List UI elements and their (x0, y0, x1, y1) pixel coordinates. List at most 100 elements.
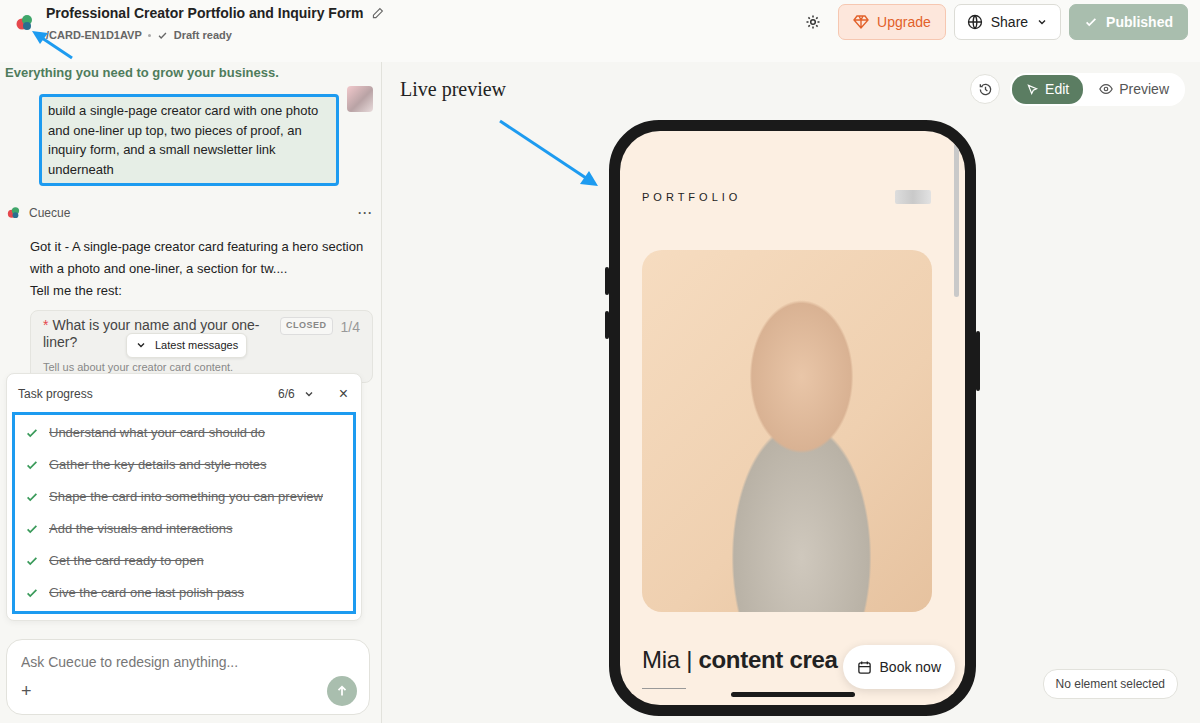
arrow-up-icon (335, 684, 349, 698)
upgrade-button[interactable]: Upgrade (838, 4, 946, 40)
close-button[interactable]: × (339, 382, 348, 406)
cursor-icon (1026, 83, 1039, 96)
task-header: Task progress 6/6 × (12, 382, 356, 412)
check-icon (25, 554, 39, 568)
message-menu[interactable]: ··· (358, 204, 373, 222)
subtitle-row: /CARD-EN1D1AVP Draft ready (46, 28, 384, 42)
mode-tab[interactable]: Preview (1085, 75, 1183, 104)
published-button[interactable]: Published (1069, 4, 1188, 40)
book-now-button[interactable]: Book now (843, 645, 955, 689)
top-bar: Professional Creator Portfolio and Inqui… (0, 0, 1200, 62)
check-icon (1084, 15, 1098, 29)
required-mark: * (43, 317, 48, 333)
preview-header: Live preview Edit Preview (400, 72, 1185, 106)
chat-panel: Everything you need to grow your busines… (0, 62, 382, 723)
task-label: Get the card ready to open (49, 551, 204, 571)
composer: + (6, 639, 370, 715)
task-count: 6/6 (278, 385, 295, 403)
task-title: Task progress (18, 385, 270, 403)
assistant-name: Cuecue (29, 204, 70, 222)
preview-panel: Live preview Edit Preview PORTFOLIO Mia | co… (382, 62, 1200, 723)
history-icon (978, 82, 993, 97)
task-label: Give the card one last polish pass (49, 583, 244, 603)
card-eyebrow: PORTFOLIO (642, 189, 741, 206)
scrollbar (954, 137, 959, 297)
divider (642, 688, 686, 689)
user-message: build a single-page creator card with on… (39, 94, 339, 186)
creator-name: Mia | (642, 646, 692, 673)
task-item: Gather the key details and style notes (15, 449, 353, 481)
draft-status: Draft ready (174, 28, 232, 42)
tagline: Everything you need to grow your busines… (0, 62, 381, 82)
send-button[interactable] (327, 676, 357, 706)
blurred-element (895, 190, 931, 204)
check-icon (25, 522, 39, 536)
title-row: Professional Creator Portfolio and Inqui… (46, 4, 384, 22)
chevron-down-icon (1036, 16, 1048, 28)
question-status: CLOSED (280, 317, 333, 335)
task-label: Gather the key details and style notes (49, 455, 267, 475)
book-label: Book now (880, 657, 941, 678)
history-button[interactable] (970, 74, 1000, 104)
upgrade-label: Upgrade (877, 12, 931, 33)
cuecue-logo-icon (6, 205, 22, 221)
share-button[interactable]: Share (954, 4, 1061, 40)
calendar-icon (857, 660, 872, 675)
task-item: Add the visuals and interactions (15, 513, 353, 545)
globe-icon (967, 14, 983, 30)
separator-dot (148, 34, 151, 37)
task-item: Shape the card into something you can pr… (15, 481, 353, 513)
hero-photo (642, 250, 932, 612)
card-header: PORTFOLIO (642, 189, 943, 206)
task-item: Give the card one last polish pass (15, 577, 353, 609)
check-icon (25, 586, 39, 600)
preview-title: Live preview (400, 74, 506, 104)
share-label: Share (991, 12, 1028, 33)
card-slug: /CARD-EN1D1AVP (46, 28, 142, 42)
task-item: Get the card ready to open (15, 545, 353, 577)
top-actions: Upgrade Share Published (796, 4, 1188, 40)
annotation-arrows-icon (0, 0, 1200, 723)
eye-icon (1099, 82, 1113, 96)
task-progress-panel: Task progress 6/6 × Understand what your ca… (6, 373, 362, 621)
task-item: Understand what your card should do (15, 417, 353, 449)
workspace: Everything you need to grow your busines… (0, 62, 1200, 723)
assistant-message: Got it - A single-page creator card feat… (30, 236, 373, 302)
preview-stage: PORTFOLIO Mia | content crea Book now (400, 106, 1185, 723)
chevron-down-icon (135, 339, 147, 351)
check-icon (25, 458, 39, 472)
creator-role: content crea (698, 646, 837, 673)
user-message-row: build a single-page creator card with on… (30, 94, 373, 186)
assistant-line: Tell me the rest: (30, 280, 373, 302)
check-icon (25, 490, 39, 504)
chat-thread: build a single-page creator card with on… (0, 82, 381, 639)
mode-toggle: Edit Preview (1010, 73, 1185, 106)
settings-gear-icon[interactable] (796, 5, 830, 39)
assistant-line: Got it - A single-page creator card feat… (30, 236, 373, 280)
pencil-icon[interactable] (371, 7, 384, 20)
check-icon (157, 30, 168, 41)
task-label: Add the visuals and interactions (49, 519, 233, 539)
composer-actions: + (21, 676, 357, 706)
user-avatar (347, 86, 373, 112)
app-logo-icon[interactable] (14, 12, 36, 34)
latest-label: Latest messages (155, 337, 238, 354)
page-title[interactable]: Professional Creator Portfolio and Inqui… (46, 4, 363, 22)
selection-status: No element selected (1043, 669, 1178, 699)
prompt-input[interactable] (21, 652, 357, 673)
attach-button[interactable]: + (21, 682, 32, 700)
question-step: 1/4 (341, 317, 360, 338)
task-list: Understand what your card should do Gathe… (12, 412, 356, 614)
assistant-header: Cuecue ··· (6, 204, 373, 222)
latest-messages-button[interactable]: Latest messages (126, 333, 247, 358)
mode-tab[interactable]: Edit (1012, 75, 1083, 104)
home-indicator (731, 692, 855, 697)
check-icon (25, 426, 39, 440)
chevron-down-icon[interactable] (303, 388, 315, 400)
task-label: Shape the card into something you can pr… (49, 487, 323, 507)
diamond-icon (853, 14, 869, 30)
title-block: Professional Creator Portfolio and Inqui… (46, 4, 384, 42)
phone-screen: PORTFOLIO Mia | content crea Book now (620, 131, 965, 705)
mode-label: Preview (1119, 79, 1169, 100)
published-label: Published (1106, 12, 1173, 33)
